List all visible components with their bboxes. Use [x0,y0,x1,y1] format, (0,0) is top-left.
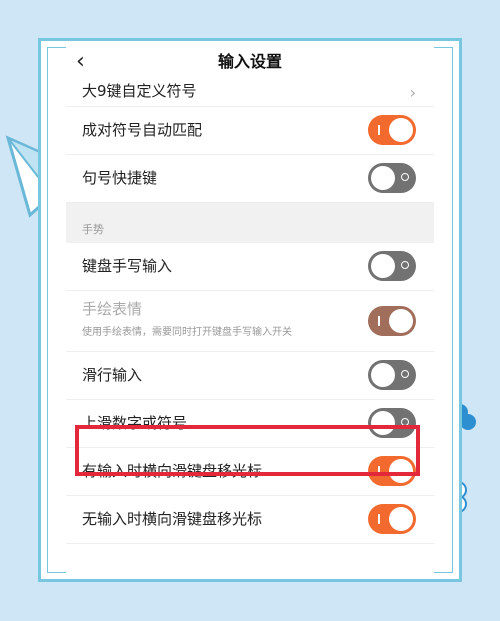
row-label: 上滑数字或符号 [82,414,188,432]
row-label: 成对符号自动匹配 [82,121,203,139]
cursor-move-with-input-toggle[interactable] [368,456,416,486]
cursor-move-without-input-toggle[interactable] [368,504,416,534]
row-keyboard-handwriting: 键盘手写输入 [66,243,434,291]
toggle-knob [371,254,395,278]
row-hand-drawn-emoji: 手绘表情 使用手绘表情，需要同时打开键盘手写输入开关 [66,291,434,352]
pair-symbol-match-toggle[interactable] [368,115,416,145]
toggle-knob [389,507,413,531]
swipe-up-numbers-toggle[interactable] [368,408,416,438]
page-title: 输入设置 [217,52,282,71]
keyboard-handwriting-toggle[interactable] [368,251,416,281]
toggle-on-mark-icon [378,466,380,476]
row-label: 键盘手写输入 [82,257,173,275]
toggle-knob [389,309,413,333]
row-swipe-input: 滑行输入 [66,352,434,400]
settings-screen: ‹ 输入设置 大9键自定义符号 › 成对符号自动匹配 句号快捷键 手势 键盘手写… [66,44,434,574]
toggle-knob [389,459,413,483]
toggle-knob [371,166,395,190]
toggle-off-mark-icon [401,173,409,181]
row-label: 大9键自定义符号 [82,82,197,100]
toggle-knob [371,363,395,387]
row-label: 句号快捷键 [82,169,158,187]
swipe-input-toggle[interactable] [368,360,416,390]
row-label: 滑行输入 [82,366,143,384]
row-custom-symbols[interactable]: 大9键自定义符号 › [66,80,434,107]
row-sublabel: 使用手绘表情，需要同时打开键盘手写输入开关 [82,327,292,338]
row-period-shortcut: 句号快捷键 [66,155,434,203]
row-swipe-up-numbers: 上滑数字或符号 [66,400,434,448]
row-cursor-move-with-input: 有输入时横向滑键盘移光标 [66,448,434,496]
row-label: 有输入时横向滑键盘移光标 [82,462,263,480]
hand-drawn-emoji-toggle[interactable] [368,306,416,336]
section-title: 手势 [82,223,104,236]
toggle-off-mark-icon [401,261,409,269]
toggle-off-mark-icon [401,418,409,426]
period-shortcut-toggle[interactable] [368,163,416,193]
row-pair-symbol-match: 成对符号自动匹配 [66,107,434,155]
section-header-gesture: 手势 [66,203,434,243]
toggle-on-mark-icon [378,514,380,524]
toggle-on-mark-icon [378,316,380,326]
toggle-knob [371,411,395,435]
row-label: 手绘表情 [82,300,143,318]
nav-bar: ‹ 输入设置 [66,44,434,80]
toggle-on-mark-icon [378,125,380,135]
row-label: 无输入时横向滑键盘移光标 [82,510,263,528]
chevron-right-icon: › [409,83,416,102]
toggle-knob [389,118,413,142]
toggle-off-mark-icon [401,370,409,378]
row-cursor-move-without-input: 无输入时横向滑键盘移光标 [66,496,434,544]
